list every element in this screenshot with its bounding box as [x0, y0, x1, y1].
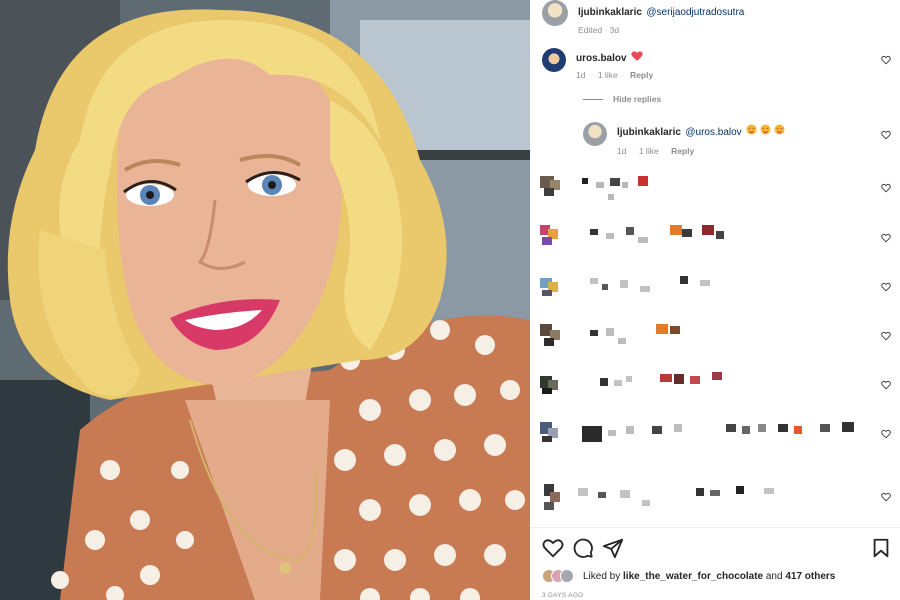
- comments-panel: ljubinkaklaric @serijaodjutradosutra Edi…: [530, 0, 900, 600]
- avatar[interactable]: [583, 122, 607, 146]
- comment-row: uros.balov 1d 1 like Reply: [542, 48, 663, 80]
- comment-icon[interactable]: [572, 537, 594, 559]
- like-comment-heart-icon[interactable]: [881, 233, 891, 243]
- like-comment-heart-icon[interactable]: [881, 331, 891, 341]
- pixelated-content: [540, 422, 854, 442]
- reply-button[interactable]: Reply: [630, 70, 653, 80]
- avatar: [560, 569, 574, 583]
- reply-meta: 1d 1 like Reply: [617, 146, 790, 156]
- heart-icon[interactable]: [542, 537, 564, 559]
- obscured-comment: [530, 414, 900, 454]
- post-timestamp[interactable]: 3 DAYS AGO: [542, 592, 584, 599]
- caption-mention[interactable]: @serijaodjutradosutra: [646, 7, 744, 18]
- like-comment-heart-icon[interactable]: [881, 183, 891, 193]
- share-icon[interactable]: [602, 537, 624, 559]
- liked-by: Liked by like_the_water_for_chocolate an…: [542, 569, 835, 583]
- like-comment-heart-icon[interactable]: [881, 130, 891, 140]
- pixelated-content: [544, 484, 774, 510]
- obscured-comment: [530, 217, 900, 257]
- comment-meta: 1d 1 like Reply: [576, 70, 663, 80]
- liked-by-others[interactable]: 417 others: [785, 571, 835, 582]
- liked-by-conjunction: and: [765, 570, 783, 582]
- selfie-image: [0, 0, 530, 600]
- divider-line: [583, 98, 603, 100]
- pixelated-content: [540, 176, 648, 200]
- pixelated-content: [540, 276, 710, 296]
- red-heart-icon: [631, 48, 643, 65]
- star-struck-emoji-icon: [746, 122, 790, 139]
- obscured-comment: [530, 168, 900, 208]
- liked-by-prefix: Liked by: [583, 570, 621, 582]
- like-comment-heart-icon[interactable]: [881, 55, 891, 65]
- like-comment-heart-icon[interactable]: [881, 429, 891, 439]
- obscured-comment: [530, 478, 900, 518]
- reply-username[interactable]: ljubinkaklaric: [617, 127, 681, 138]
- avatar[interactable]: [542, 0, 568, 26]
- caption: ljubinkaklaric @serijaodjutradosutra Edi…: [542, 0, 744, 35]
- obscured-comment: [530, 268, 900, 308]
- comment-likes[interactable]: 1 like: [598, 70, 618, 80]
- liker-avatars: [542, 569, 574, 583]
- reply-button[interactable]: Reply: [671, 146, 694, 156]
- comment-username[interactable]: uros.balov: [576, 53, 627, 64]
- hide-replies-label: Hide replies: [613, 94, 662, 104]
- like-comment-heart-icon[interactable]: [881, 492, 891, 502]
- reply-time: 1d: [617, 146, 627, 156]
- bookmark-icon[interactable]: [870, 537, 892, 559]
- section-divider: [530, 527, 900, 528]
- like-comment-heart-icon[interactable]: [881, 380, 891, 390]
- obscured-comment: [530, 366, 900, 406]
- reply-likes[interactable]: 1 like: [639, 146, 659, 156]
- like-comment-heart-icon[interactable]: [881, 282, 891, 292]
- action-bar: [542, 537, 892, 559]
- pixelated-content: [540, 324, 680, 346]
- caption-meta: Edited · 3d: [578, 25, 620, 35]
- obscured-comment: [530, 316, 900, 356]
- caption-username[interactable]: ljubinkaklaric: [578, 7, 642, 18]
- reply-mention[interactable]: @uros.balov: [685, 127, 741, 138]
- pixelated-content: [540, 225, 724, 245]
- avatar[interactable]: [542, 48, 566, 72]
- reply-row: ljubinkaklaric @uros.balov 1d 1 like Rep…: [583, 122, 790, 156]
- hide-replies-toggle[interactable]: Hide replies: [583, 94, 661, 104]
- comment-time: 1d: [576, 70, 586, 80]
- pixelated-content: [540, 372, 722, 394]
- liked-by-user[interactable]: like_the_water_for_chocolate: [623, 571, 763, 582]
- post-photo[interactable]: [0, 0, 530, 600]
